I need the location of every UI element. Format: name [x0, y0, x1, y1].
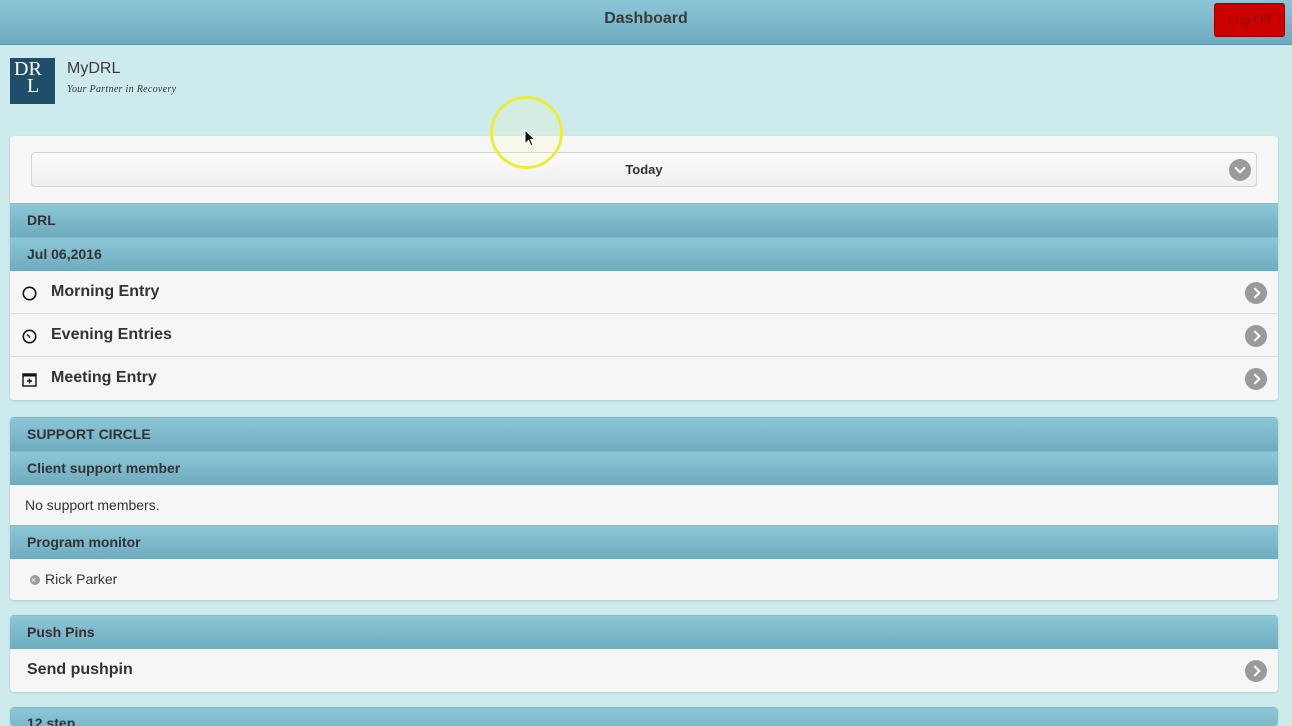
log-off-button[interactable]: Log Off [1214, 3, 1285, 37]
top-bar: Dashboard Log Off [0, 0, 1292, 45]
meeting-entry-row[interactable]: Meeting Entry [10, 357, 1278, 400]
chevron-right-icon [1245, 282, 1267, 304]
drl-card: Today DRL Jul 06,2016 Morning Entry Even… [10, 136, 1278, 400]
drl-header: DRL [10, 203, 1278, 237]
calendar-add-icon [22, 373, 37, 387]
send-pushpin-row[interactable]: Send pushpin [10, 649, 1278, 692]
circle-icon [22, 286, 37, 301]
push-pins-card: Push Pins Send pushpin [10, 615, 1278, 692]
evening-entries-label: Evening Entries [51, 326, 172, 343]
twelve-step-header: 12 step [10, 707, 1278, 726]
chevron-right-icon [1245, 368, 1267, 390]
drl-date-header: Jul 06,2016 [10, 237, 1278, 271]
monitor-item[interactable]: Rick Parker [10, 559, 1278, 600]
evening-entries-row[interactable]: Evening Entries [10, 314, 1278, 357]
push-pins-header: Push Pins [10, 615, 1278, 649]
chevron-down-icon [1229, 159, 1251, 181]
date-filter-wrap: Today [10, 136, 1278, 203]
client-support-header: Client support member [10, 451, 1278, 485]
page-title: Dashboard [604, 10, 688, 27]
date-filter-value: Today [625, 162, 663, 177]
mouse-pointer-icon [524, 129, 536, 147]
support-circle-header: SUPPORT CIRCLE [10, 417, 1278, 451]
chevron-right-icon [1245, 325, 1267, 347]
monitor-name: Rick Parker [45, 571, 118, 587]
morning-entry-row[interactable]: Morning Entry [10, 271, 1278, 314]
remove-icon[interactable] [30, 560, 40, 600]
morning-entry-label: Morning Entry [51, 283, 160, 300]
clock-icon [22, 329, 37, 344]
twelve-step-card: 12 step [10, 707, 1278, 726]
brand-name: MyDRL [67, 60, 121, 77]
no-support-members-text: No support members. [10, 485, 1278, 525]
drl-logo: DR L [10, 58, 55, 104]
chevron-right-icon [1245, 660, 1267, 682]
program-monitor-header: Program monitor [10, 525, 1278, 559]
meeting-entry-label: Meeting Entry [51, 369, 157, 386]
support-circle-card: SUPPORT CIRCLE Client support member No … [10, 417, 1278, 600]
logo-line-2: L [27, 75, 40, 97]
send-pushpin-label: Send pushpin [27, 661, 133, 678]
brand-tagline: Your Partner in Recovery [67, 84, 177, 95]
date-filter-select[interactable]: Today [31, 152, 1257, 187]
